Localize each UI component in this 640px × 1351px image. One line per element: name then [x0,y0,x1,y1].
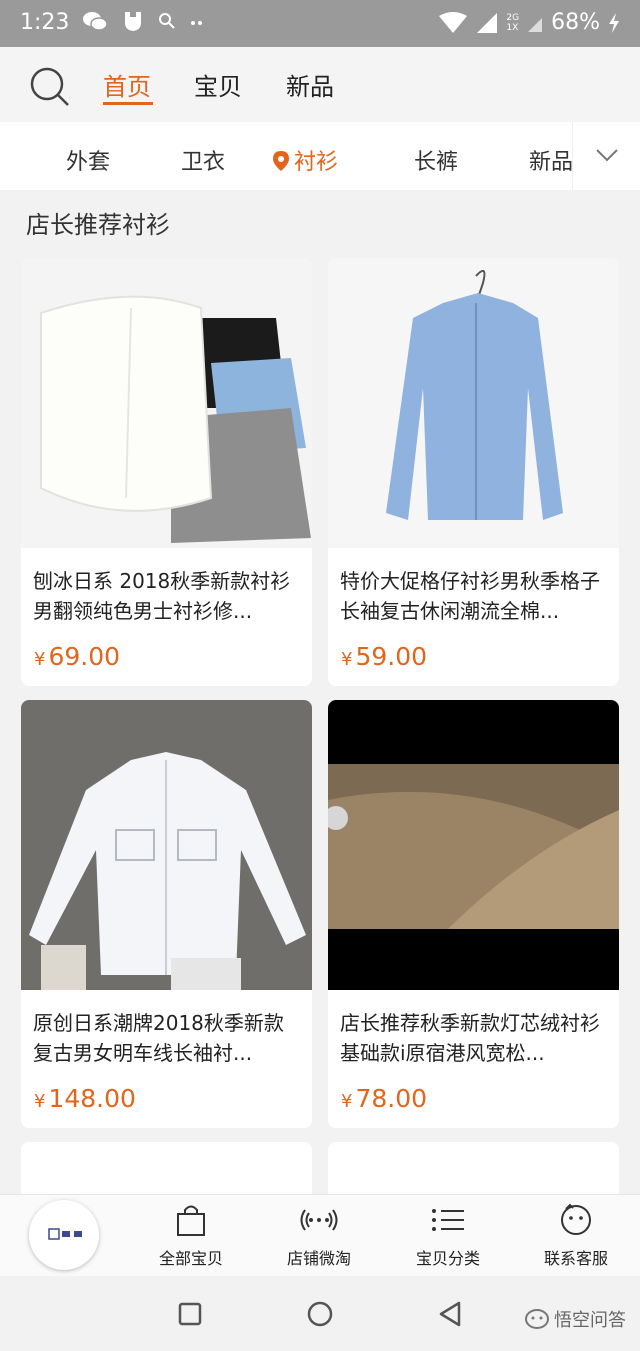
shop-header: 首页 宝贝 新品 [0,47,640,122]
status-time: 1:23 [20,10,70,35]
category-hoodie[interactable]: 卫衣 [181,144,225,176]
shield-icon [125,12,141,31]
product-image [21,700,312,990]
wechat-icon [83,12,108,31]
search-small-icon [159,13,175,29]
product-image [328,258,619,548]
nav-categories[interactable]: 宝贝分类 [393,1203,503,1269]
search-button[interactable] [28,65,72,109]
category-pants[interactable]: 长裤 [414,144,458,176]
battery-level: 68% [551,10,600,35]
status-bar: 1:23 2G 1X 68% [0,0,640,47]
list-icon [432,1209,464,1231]
system-nav-bar: 悟空问答 [0,1276,640,1351]
nav-customer-service[interactable]: 联系客服 [521,1203,631,1269]
watermark: 悟空问答 [524,1306,626,1332]
wifi-icon [439,11,468,33]
product-card[interactable] [328,1142,619,1202]
nav-shop-feed[interactable]: 店铺微淘 [264,1203,374,1269]
category-expand-button[interactable] [572,122,640,190]
signal-icon [477,12,498,33]
nav-label: 全部宝贝 [158,1249,223,1268]
network-type-label: 2G 1X [506,12,520,33]
shopping-bag-icon [177,1205,205,1236]
shop-logo[interactable] [29,1200,99,1270]
product-card[interactable]: 店长推荐秋季新款灯芯绒衬衫基础款i原宿港风宽松... ¥78.00 [328,700,619,1128]
status-right: 2G 1X 68% [438,10,620,35]
shop-logo-icon [48,1228,82,1240]
shop-bottom-nav: 全部宝贝 店铺微淘 宝贝分类 联系客服 [0,1194,640,1276]
back-button[interactable] [438,1301,462,1327]
nav-all-items[interactable]: 全部宝贝 [136,1203,246,1269]
product-title: 原创日系潮牌2018秋季新款复古男女明车线长袖衬... [33,1011,284,1065]
product-title: 刨冰日系 2018秋季新款衬衫男翻领纯色男士衬衫修... [33,569,291,623]
tab-items[interactable]: 宝贝 [194,67,242,102]
tab-home[interactable]: 首页 [103,67,151,102]
chevron-down-icon [596,149,618,162]
product-card[interactable]: 特价大促格仔衬衫男秋季格子长袖复古休闲潮流全棉... ¥59.00 [328,258,619,686]
location-pin-icon [273,151,289,171]
more-dots-icon [191,21,202,25]
tab-new[interactable]: 新品 [286,67,334,102]
charging-icon [609,12,619,33]
product-price: ¥59.00 [341,642,428,671]
nav-label: 店铺微淘 [286,1249,351,1268]
category-new[interactable]: 新品 [529,144,573,176]
product-video-thumbnail [328,700,619,990]
product-title: 特价大促格仔衬衫男秋季格子长袖复古休闲潮流全棉... [340,569,600,623]
product-price: ¥148.00 [34,1084,136,1113]
product-price: ¥78.00 [341,1084,428,1113]
product-card[interactable]: 原创日系潮牌2018秋季新款复古男女明车线长袖衬... ¥148.00 [21,700,312,1128]
category-bar: 外套 卫衣 衬衫 长裤 新品 [0,122,640,190]
nav-label: 宝贝分类 [415,1249,480,1268]
wukong-logo-icon [525,1309,549,1329]
category-coat[interactable]: 外套 [66,144,110,176]
product-card[interactable]: 刨冰日系 2018秋季新款衬衫男翻领纯色男士衬衫修... ¥69.00 [21,258,312,686]
active-tab-indicator [103,102,153,105]
notification-icons [82,9,206,33]
broadcast-icon [300,1209,338,1231]
product-title: 店长推荐秋季新款灯芯绒衬衫基础款i原宿港风宽松... [340,1011,600,1065]
home-button[interactable] [307,1301,333,1327]
product-card[interactable] [21,1142,312,1202]
category-shirt[interactable]: 衬衫 [272,144,338,176]
product-price: ¥69.00 [34,642,121,671]
signal-2-icon [528,17,543,32]
nav-label: 联系客服 [543,1249,608,1268]
recent-apps-button[interactable] [178,1302,202,1326]
section-title: 店长推荐衬衫 [26,211,170,239]
search-icon [30,67,69,106]
product-image [21,258,312,548]
chat-face-icon [561,1203,591,1235]
